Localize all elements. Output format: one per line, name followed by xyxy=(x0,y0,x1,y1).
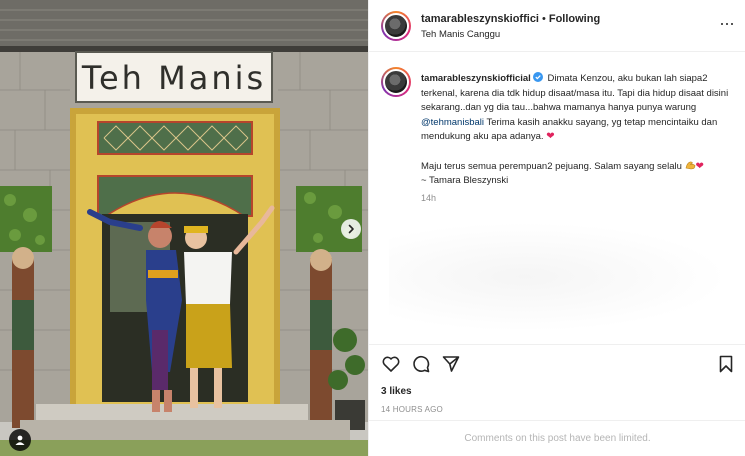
chevron-right-icon xyxy=(348,224,354,234)
post-timestamp[interactable]: 14 HOURS AGO xyxy=(381,405,443,414)
caption-text: tamarableszynskiofficial Dimata Kenzou, … xyxy=(421,72,736,189)
carousel-next-button[interactable] xyxy=(341,219,361,239)
comment-button[interactable] xyxy=(411,354,431,374)
mention-link[interactable]: @tehmanisbali xyxy=(421,117,484,128)
caption-body-3: Maju terus semua perempuan2 pejuang. Sal… xyxy=(421,160,682,172)
verified-badge-icon xyxy=(532,72,543,82)
more-options-icon xyxy=(721,22,724,26)
caption-time: 14h xyxy=(421,193,437,203)
caption-avatar[interactable] xyxy=(381,67,411,97)
caption-username[interactable]: tamarableszynskiofficial xyxy=(421,73,531,84)
post-image: Teh Manis xyxy=(0,0,368,456)
like-count[interactable]: 3 likes xyxy=(381,386,412,397)
post-actions xyxy=(369,344,745,384)
share-button[interactable] xyxy=(441,354,461,374)
share-icon xyxy=(442,356,460,372)
more-options-button[interactable] xyxy=(720,17,734,31)
heart-emoji-2: ❤ xyxy=(695,160,704,172)
post-location[interactable]: Teh Manis Canggu xyxy=(421,29,500,40)
save-button[interactable] xyxy=(716,354,736,374)
heart-emoji: ❤ xyxy=(546,131,555,143)
comments-limited-notice: Comments on this post have been limited. xyxy=(369,420,745,456)
bookmark-icon xyxy=(719,355,733,373)
user-tag-icon xyxy=(15,435,25,445)
comment-icon xyxy=(413,355,430,373)
following-button[interactable]: Following xyxy=(549,13,600,25)
author-line: tamarableszynskioffici • Following xyxy=(421,13,600,25)
separator-dot: • xyxy=(542,13,546,25)
sign-text: Teh Manis xyxy=(81,59,266,97)
comments-area xyxy=(389,222,729,332)
like-button[interactable] xyxy=(381,354,401,374)
tagged-users-button[interactable] xyxy=(9,429,31,451)
author-username[interactable]: tamarableszynskioffici xyxy=(421,13,539,25)
post-photo[interactable]: Teh Manis xyxy=(0,0,368,456)
flexed-biceps-emoji xyxy=(685,161,695,169)
caption-signature: ~ Tamara Bleszynski xyxy=(421,175,509,187)
post-side-panel: tamarableszynskioffici • Following Teh Man… xyxy=(368,0,745,456)
heart-icon xyxy=(382,356,400,372)
author-avatar[interactable] xyxy=(381,11,411,41)
post-header: tamarableszynskioffici • Following Teh Man… xyxy=(369,0,745,52)
post-caption: tamarableszynskiofficial Dimata Kenzou, … xyxy=(369,52,745,344)
